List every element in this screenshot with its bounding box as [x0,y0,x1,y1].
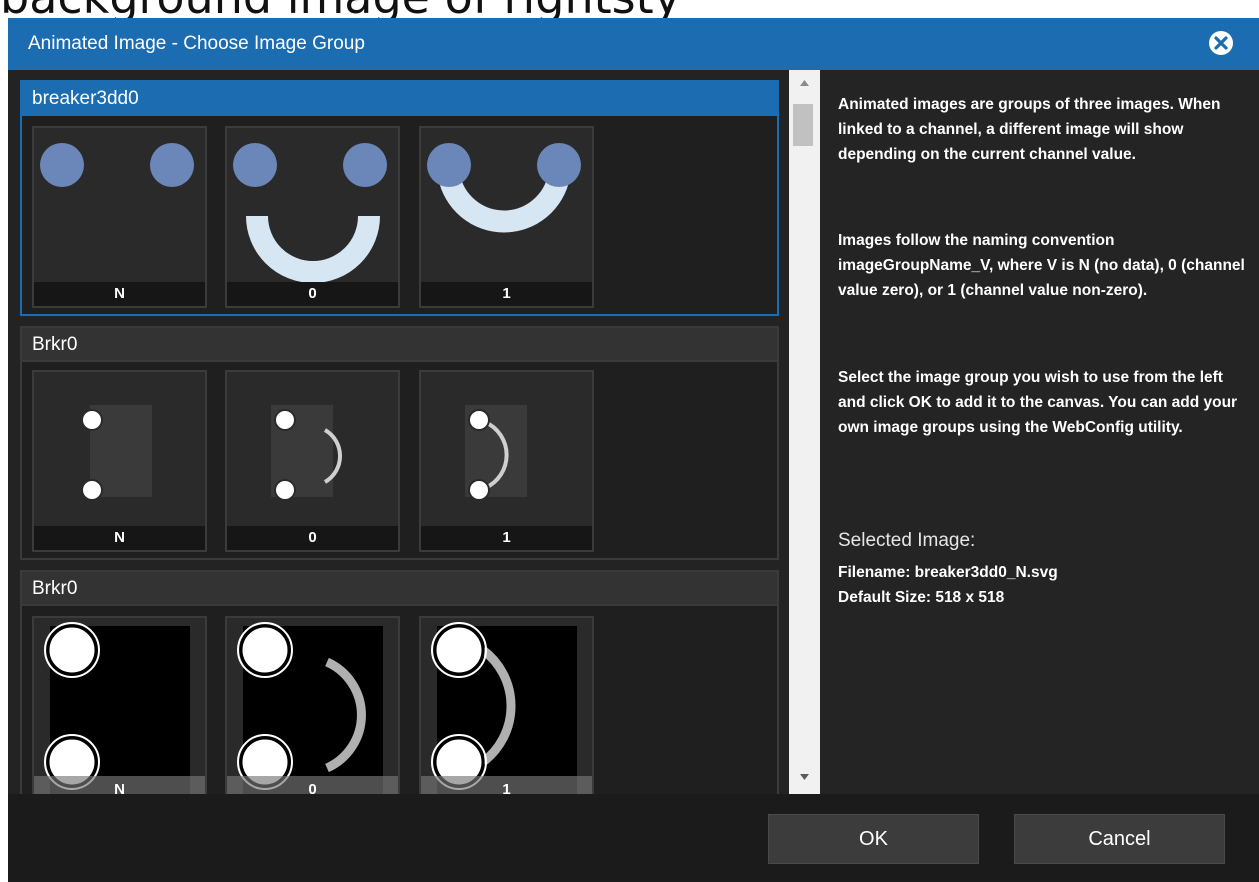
image-group-header: Brkr0 [22,572,777,606]
image-thumb-n[interactable]: N [32,616,207,794]
image-thumb-label: N [34,282,205,306]
image-thumb-1[interactable]: 1 [419,126,594,308]
image-thumb-0[interactable]: 0 [225,126,400,308]
image-thumb-n[interactable]: N [32,126,207,308]
image-group-brkr0[interactable]: Brkr0 N 0 1 [20,326,779,560]
image-thumb-1[interactable]: 1 [419,616,594,794]
image-thumb-1[interactable]: 1 [419,370,594,552]
ok-button[interactable]: OK [768,814,979,864]
image-thumb-label: 0 [227,526,398,550]
image-thumb-label: N [34,526,205,550]
dialog-footer: OK Cancel [8,794,1259,882]
info-panel: Animated images are groups of three imag… [820,70,1259,794]
close-icon[interactable] [1206,28,1236,58]
scroll-thumb[interactable] [793,104,813,146]
image-thumb-0[interactable]: 0 [225,370,400,552]
image-group-name: breaker3dd0 [32,88,139,109]
image-thumb-label: 1 [421,776,592,794]
cancel-button[interactable]: Cancel [1014,814,1225,864]
info-paragraph-2: Images follow the naming convention imag… [838,232,1245,299]
image-thumb-n[interactable]: N [32,370,207,552]
background-text: background image of rightsty [0,0,681,18]
selected-default-size: Default Size: 518 x 518 [838,589,1005,606]
image-group-name: Brkr0 [32,578,78,599]
selected-image-title: Selected Image: [838,530,976,551]
image-thumb-label: 0 [227,776,398,794]
image-list-scrollbar[interactable] [789,70,820,794]
image-thumb-0[interactable]: 0 [225,616,400,794]
selected-filename: Filename: breaker3dd0_N.svg [838,564,1058,581]
image-group-breaker3dd0[interactable]: breaker3dd0 N 0 1 [20,80,779,316]
image-thumb-label: 1 [421,282,592,306]
image-thumb-label: 1 [421,526,592,550]
image-thumb-label: 0 [227,282,398,306]
scroll-down-arrow-icon[interactable] [789,770,820,784]
choose-image-group-dialog: Animated Image - Choose Image Group brea… [8,18,1259,882]
info-paragraph-1: Animated images are groups of three imag… [838,96,1221,163]
image-group-name: Brkr0 [32,334,78,355]
image-group-header: Brkr0 [22,328,777,362]
image-thumb-label: N [34,776,205,794]
image-group-list[interactable]: breaker3dd0 N 0 1 Brkr0 N 0 1 Brkr0 N 0 … [8,70,789,794]
image-group-brkr0-large[interactable]: Brkr0 N 0 1 [20,570,779,794]
info-paragraph-3: Select the image group you wish to use f… [838,369,1238,436]
scroll-up-arrow-icon[interactable] [789,76,820,90]
dialog-titlebar: Animated Image - Choose Image Group [8,18,1259,70]
background-text-strip: background image of rightsty [0,0,1259,18]
dialog-title: Animated Image - Choose Image Group [28,33,365,54]
image-group-header: breaker3dd0 [22,82,777,116]
